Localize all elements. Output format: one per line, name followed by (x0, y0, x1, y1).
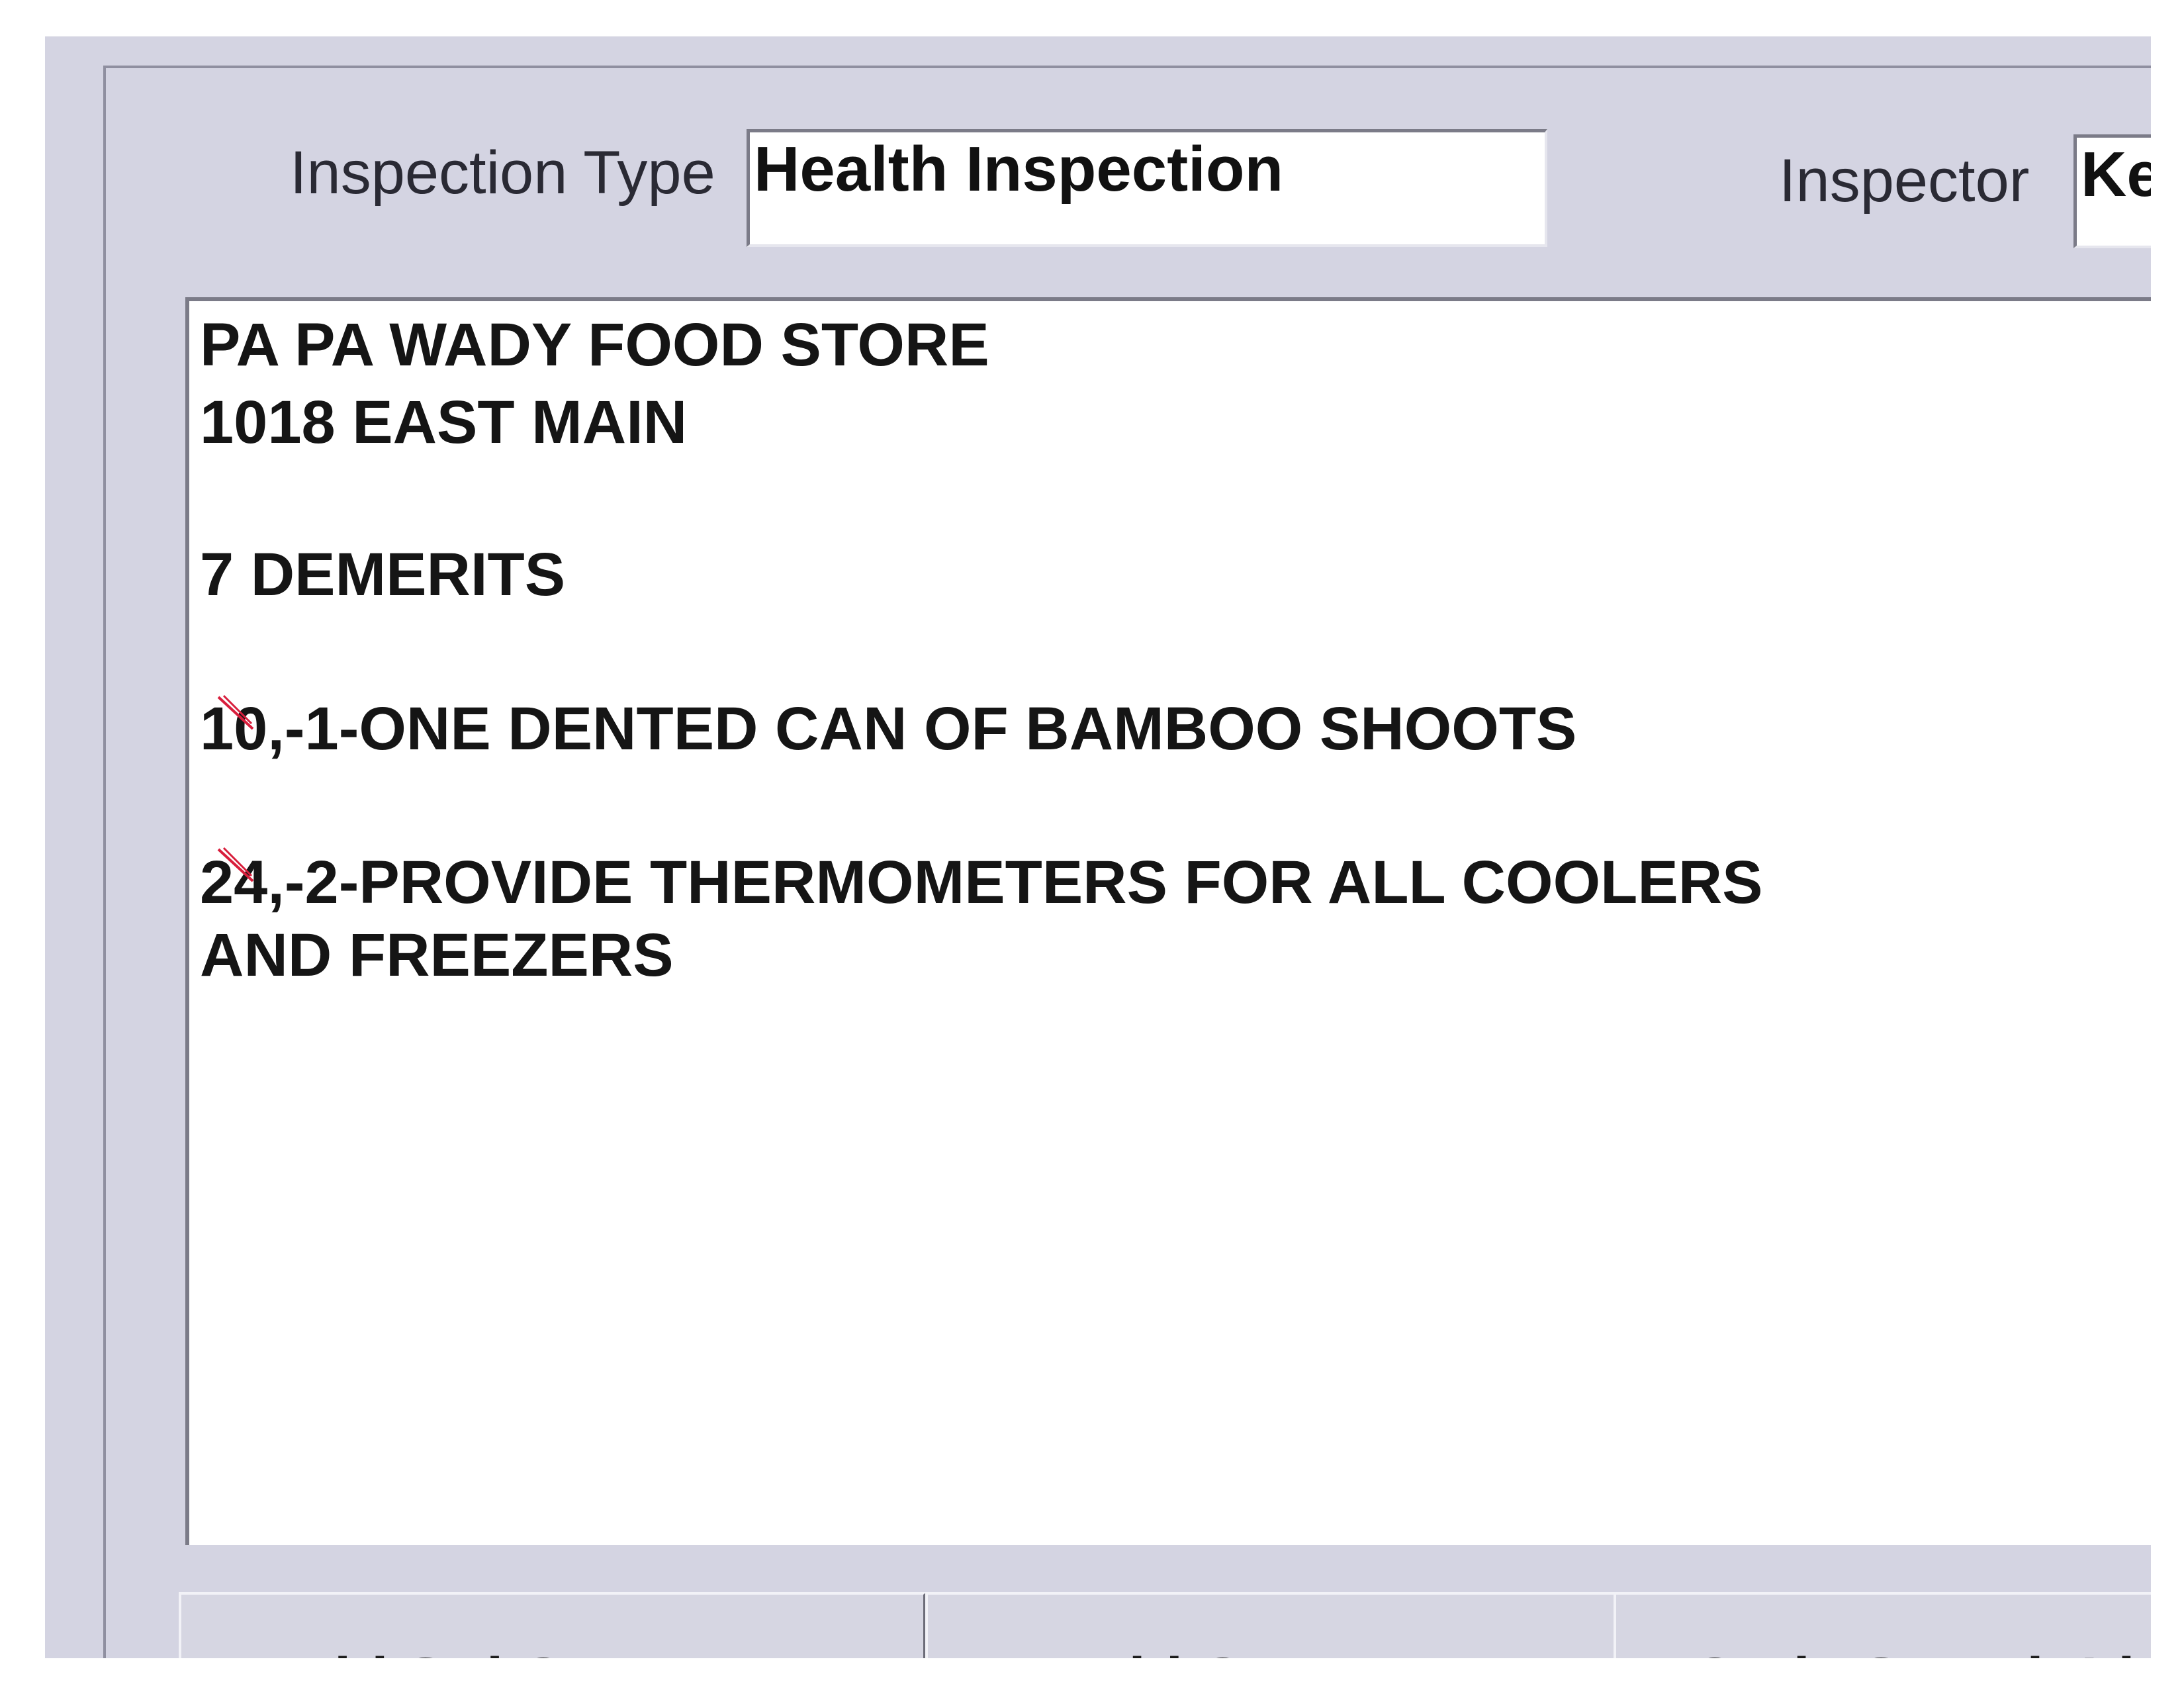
add-std-comments-label-pre: Add (270, 1646, 405, 1658)
inspector-label: Inspector (1779, 147, 2030, 214)
strike-mark (217, 847, 254, 882)
inspector-field[interactable]: Ke (2073, 134, 2151, 248)
comment-line: PA PA WADY FOOD STORE (200, 311, 989, 379)
add-comment-label-key: A (1064, 1646, 1108, 1658)
right-margin (2151, 0, 2184, 1688)
comments-textarea[interactable]: PA PA WADY FOOD STORE 1018 EAST MAIN 7 D… (185, 297, 2151, 1545)
comment-line: 24,-2-PROVIDE THERMOMETERS FOR ALL COOLE… (200, 849, 1763, 916)
code-search-label: Code Search Li (1692, 1646, 2135, 1658)
add-std-comments-label-post: td Comments (445, 1646, 835, 1658)
inspector-value: Ke (2081, 139, 2151, 210)
add-std-comments-label-key: S (405, 1646, 445, 1658)
comment-line: 10,-1-ONE DENTED CAN OF BAMBOO SHOOTS (200, 695, 1577, 763)
comment-line: 7 DEMERITS (200, 541, 566, 608)
inspection-type-field[interactable]: Health Inspection (747, 129, 1547, 247)
code-search-button[interactable]: Code Search Li (1614, 1592, 2151, 1658)
add-comment-label-post: dd Comment (1109, 1646, 1480, 1658)
inspection-type-value: Health Inspection (754, 134, 1284, 205)
inspection-window: Inspection Type Health Inspection Inspec… (45, 36, 2151, 1658)
comment-line: 1018 EAST MAIN (200, 389, 688, 456)
strike-mark (217, 694, 254, 730)
add-std-comments-button[interactable]: Add Std Comments (179, 1592, 927, 1658)
inspection-type-label: Inspection Type (290, 139, 715, 207)
bottom-margin (0, 1658, 2184, 1688)
comment-line: AND FREEZERS (200, 921, 674, 989)
add-comment-button[interactable]: Add Comment (925, 1592, 1620, 1658)
